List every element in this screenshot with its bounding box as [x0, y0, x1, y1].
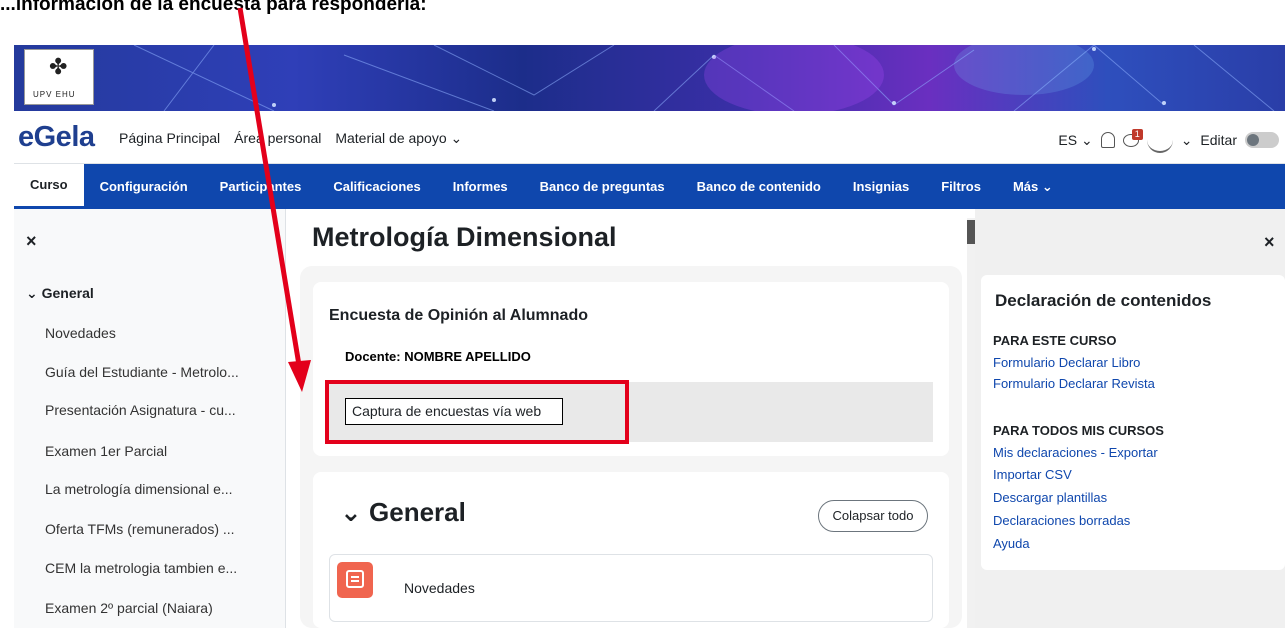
course-index-item[interactable]: Presentación Asignatura - cu... — [45, 402, 236, 418]
collapse-all-button[interactable]: Colapsar todo — [818, 500, 928, 532]
chevron-down-icon: ⌄ — [26, 285, 38, 301]
upv-ehu-logo[interactable]: ✤ UPV EHU — [24, 49, 94, 105]
scrollbar[interactable] — [967, 218, 975, 628]
annotation-highlight-box — [325, 380, 629, 444]
close-icon[interactable]: × — [1264, 232, 1275, 253]
tab-badges[interactable]: Insignias — [837, 164, 925, 209]
nav-support-material[interactable]: Material de apoyo ⌄ — [335, 130, 462, 147]
block-link[interactable]: Importar CSV — [993, 467, 1072, 482]
chat-icon[interactable]: 1 — [1122, 128, 1143, 147]
tab-settings[interactable]: Configuración — [84, 164, 204, 209]
course-index-item[interactable]: Novedades — [45, 325, 116, 341]
tab-participants[interactable]: Participantes — [204, 164, 318, 209]
block-link[interactable]: Declaraciones borradas — [993, 513, 1130, 528]
logo-text: UPV EHU — [33, 90, 76, 99]
block-title: Declaración de contenidos — [995, 291, 1212, 310]
tab-grades[interactable]: Calificaciones — [317, 164, 436, 209]
block-link[interactable]: Formulario Declarar Revista — [993, 376, 1155, 391]
tab-reports[interactable]: Informes — [437, 164, 524, 209]
notification-badge: 1 — [1131, 128, 1143, 140]
activity-name[interactable]: Novedades — [404, 580, 475, 596]
course-navigation: Curso Configuración Participantes Califi… — [14, 164, 1285, 209]
forum-icon — [337, 562, 373, 598]
egela-brand[interactable]: eGela — [18, 121, 95, 154]
user-menu-caret[interactable]: ⌄ — [1181, 132, 1193, 149]
scrollbar-thumb[interactable] — [967, 220, 975, 244]
bell-icon[interactable] — [1100, 132, 1115, 148]
tab-question-bank[interactable]: Banco de preguntas — [524, 164, 681, 209]
tab-course[interactable]: Curso — [14, 164, 84, 209]
tab-filters[interactable]: Filtros — [925, 164, 997, 209]
section-title: General — [369, 497, 466, 527]
tab-more[interactable]: Más ⌄ — [997, 164, 1069, 209]
banner-network-graphic — [133, 45, 1275, 111]
course-index-item[interactable]: Oferta TFMs (remunerados) ... — [45, 521, 235, 537]
course-index-item[interactable]: Examen 1er Parcial — [45, 443, 167, 459]
block-link[interactable]: Mis declaraciones - Exportar — [993, 445, 1158, 460]
teacher-name: Docente: NOMBRE APELLIDO — [345, 349, 531, 364]
survey-title: Encuesta de Opinión al Alumnado — [329, 307, 588, 324]
chevron-down-icon: ⌄ — [340, 497, 362, 527]
course-index-item[interactable]: La metrología dimensional e... — [45, 481, 233, 497]
block-group-heading: PARA TODOS MIS CURSOS — [993, 423, 1164, 438]
nav-dashboard[interactable]: Área personal — [234, 130, 321, 147]
edit-mode-label: Editar — [1200, 132, 1237, 148]
close-icon[interactable]: × — [26, 231, 37, 252]
block-group-heading: PARA ESTE CURSO — [993, 333, 1117, 348]
top-navbar: eGela Página Principal Área personal Mat… — [14, 111, 1285, 164]
page-title: Metrología Dimensional — [312, 222, 617, 252]
language-menu[interactable]: ES ⌄ — [1058, 132, 1092, 149]
course-index-drawer: × ⌄ General Novedades Guía del Estudiant… — [14, 209, 286, 628]
tab-content-bank[interactable]: Banco de contenido — [681, 164, 837, 209]
block-link[interactable]: Descargar plantillas — [993, 490, 1107, 505]
block-link[interactable]: Formulario Declarar Libro — [993, 355, 1140, 370]
section-general-heading[interactable]: ⌄ General — [340, 497, 466, 528]
course-index-section-general[interactable]: ⌄ General — [26, 285, 94, 302]
primary-navigation: Página Principal Área personal Material … — [119, 130, 462, 147]
section-label: General — [41, 285, 94, 301]
course-index-item[interactable]: CEM la metrologia tambien e... — [45, 560, 237, 576]
avatar[interactable] — [1146, 127, 1173, 153]
block-link[interactable]: Ayuda — [993, 536, 1030, 551]
user-controls: ES ⌄ 1 ⌄ Editar — [1058, 127, 1279, 153]
edit-mode-toggle[interactable] — [1245, 132, 1279, 148]
course-index-item[interactable]: Examen 2º parcial (Naiara) — [45, 600, 213, 616]
course-index-item[interactable]: Guía del Estudiante - Metrolo... — [45, 364, 239, 380]
logo-tree-icon: ✤ — [49, 54, 68, 79]
nav-home[interactable]: Página Principal — [119, 130, 220, 147]
site-banner: ✤ UPV EHU — [14, 45, 1285, 111]
annotation-caption: ...información de la encuesta para respo… — [0, 0, 427, 15]
